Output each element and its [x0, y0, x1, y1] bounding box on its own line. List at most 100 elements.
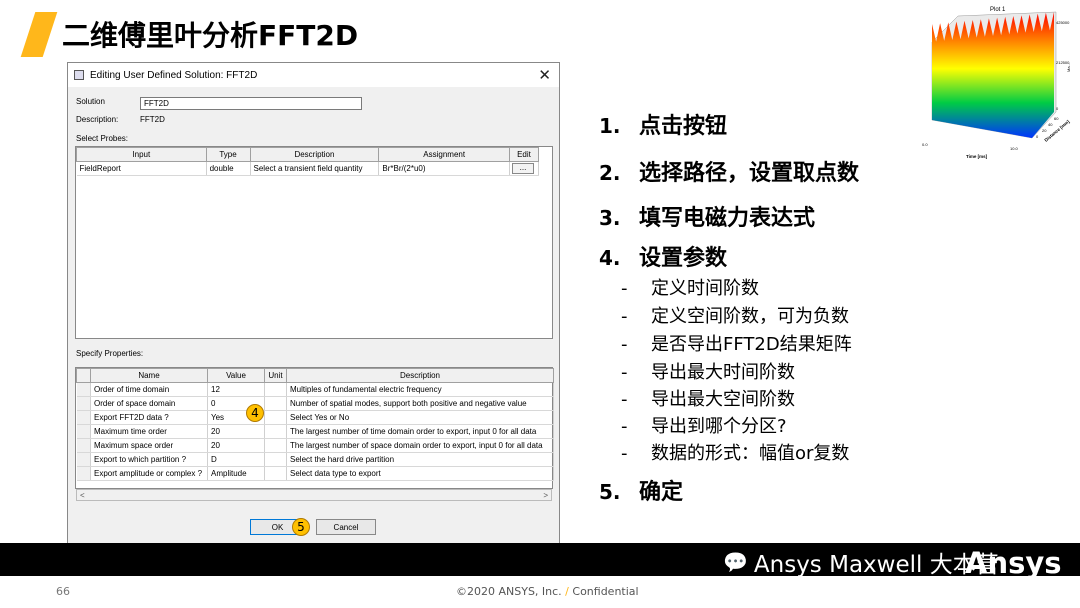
col-description[interactable]: Description — [249, 147, 380, 162]
edit-ellipsis-button[interactable]: ... — [511, 163, 534, 174]
substep: - 导出到哪个分区? — [621, 416, 787, 437]
prop-value[interactable]: D — [207, 452, 265, 467]
table-row[interactable]: Maximum space order 20 The largest numbe… — [76, 438, 554, 453]
col-assignment[interactable]: Assignment — [378, 147, 510, 162]
table-row[interactable]: Export FFT2D data ? Yes Select Yes or No — [76, 410, 554, 425]
title-accent-bar — [20, 12, 58, 57]
row-header — [76, 438, 91, 453]
table-row[interactable]: Export to which partition ? D Select the… — [76, 452, 554, 467]
prop-value[interactable]: 20 — [207, 438, 265, 453]
prop-unit — [264, 438, 287, 453]
prop-desc: Number of spatial modes, support both po… — [286, 396, 554, 411]
prop-name: Export to which partition ? — [90, 452, 208, 467]
substep: - 导出最大时间阶数 — [621, 362, 795, 383]
col-edit[interactable]: Edit — [508, 147, 540, 162]
prop-desc: The largest number of time domain order … — [286, 424, 554, 439]
step-1: 1. 点击按钮 — [599, 114, 728, 139]
callout-badge-5: 5 — [292, 518, 310, 536]
callout-badge-4: 4 — [246, 404, 264, 422]
close-icon[interactable]: ✕ — [538, 66, 551, 84]
dialog-title: Editing User Defined Solution: FFT2D — [90, 69, 258, 81]
step-5: 5. 确定 — [599, 480, 684, 505]
prop-desc: Select Yes or No — [286, 410, 554, 425]
prop-name: Order of time domain — [90, 382, 208, 397]
prop-unit — [264, 396, 287, 411]
table-row[interactable]: Order of time domain 12 Multiples of fun… — [76, 382, 554, 397]
horizontal-scrollbar[interactable]: < > — [76, 489, 552, 501]
row-header — [76, 424, 91, 439]
y-tick: 0 — [1036, 134, 1039, 139]
description-value: FFT2D — [140, 115, 165, 124]
y-tick: 60 — [1054, 116, 1059, 121]
prop-unit — [264, 452, 287, 467]
table-row[interactable]: FieldReport double Select a transient fi… — [76, 161, 540, 176]
wechat-icon: 💬 — [723, 550, 748, 574]
page-number: 66 — [56, 585, 70, 598]
probe-type: double — [206, 161, 251, 176]
prop-unit — [264, 424, 287, 439]
prop-name: Export amplitude or complex ? — [90, 466, 208, 481]
copyright: ©2020 ANSYS, Inc. / Confidential — [456, 585, 639, 598]
scroll-right-arrow-icon[interactable]: > — [543, 491, 548, 500]
col-name[interactable]: Name — [90, 368, 208, 383]
properties-grid: Name Value Unit Description Order of tim… — [75, 367, 554, 489]
step-2: 2. 选择路径，设置取点数 — [599, 161, 860, 186]
user-defined-solution-dialog: Editing User Defined Solution: FFT2D ✕ S… — [67, 62, 560, 544]
select-probes-label: Select Probes: — [76, 134, 129, 143]
col-unit[interactable]: Unit — [264, 368, 287, 383]
row-header — [76, 410, 91, 425]
row-header-corner — [76, 368, 91, 383]
probe-description: Select a transient field quantity — [250, 161, 380, 176]
cancel-button[interactable]: Cancel — [316, 519, 376, 535]
solution-label: Solution — [76, 97, 105, 106]
prop-unit — [264, 382, 287, 397]
prop-name: Order of space domain — [90, 396, 208, 411]
prop-desc: Select data type to export — [286, 466, 554, 481]
prop-unit — [264, 410, 287, 425]
prop-value[interactable]: 12 — [207, 382, 265, 397]
row-header — [76, 452, 91, 467]
step-4: 4. 设置参数 — [599, 246, 728, 271]
specify-properties-label: Specify Properties: — [76, 349, 144, 358]
prop-name: Maximum space order — [90, 438, 208, 453]
prop-name: Maximum time order — [90, 424, 208, 439]
col-value[interactable]: Value — [207, 368, 265, 383]
app-icon — [74, 70, 84, 80]
table-row[interactable]: Order of space domain 0 Number of spatia… — [76, 396, 554, 411]
scroll-left-arrow-icon[interactable]: < — [80, 491, 85, 500]
table-row[interactable]: Export amplitude or complex ? Amplitude … — [76, 466, 554, 481]
col-type[interactable]: Type — [205, 147, 251, 162]
substep: - 数据的形式：幅值or复数 — [621, 443, 850, 464]
table-row[interactable]: Maximum time order 20 The largest number… — [76, 424, 554, 439]
x-tick: 0.0 — [922, 142, 928, 147]
y-tick: 20 — [1042, 128, 1047, 133]
wechat-text: Ansys Maxwell 大本营 — [753, 552, 999, 578]
col-input[interactable]: Input — [76, 147, 207, 162]
substep: - 是否导出FFT2D结果矩阵 — [621, 334, 852, 355]
solution-input[interactable]: FFT2D — [140, 97, 362, 110]
prop-desc: Multiples of fundamental electric freque… — [286, 382, 554, 397]
z-axis-label: Ma... — [1066, 63, 1071, 72]
substep: - 导出最大空间阶数 — [621, 389, 795, 410]
wechat-watermark: 💬 Ansys Maxwell 大本营 — [723, 545, 999, 579]
y-tick: 40 — [1048, 122, 1053, 127]
probes-grid: Input Type Description Assignment Edit F… — [75, 146, 553, 339]
row-header — [76, 382, 91, 397]
z-tick: 425000 — [1056, 20, 1070, 25]
fft2d-3d-plot: Plot 1 425000 212500 0 Ma... 0.0 10.0 Ti… — [918, 2, 1080, 160]
step-3: 3. 填写电磁力表达式 — [599, 206, 816, 231]
description-label: Description: — [76, 115, 119, 124]
plot-svg: Plot 1 425000 212500 0 Ma... 0.0 10.0 Ti… — [922, 7, 1071, 159]
prop-value[interactable]: 20 — [207, 424, 265, 439]
col-prop-description[interactable]: Description — [286, 368, 554, 383]
prop-name: Export FFT2D data ? — [90, 410, 208, 425]
prop-desc: The largest number of space domain order… — [286, 438, 554, 453]
row-header — [76, 396, 91, 411]
dialog-titlebar[interactable]: Editing User Defined Solution: FFT2D ✕ — [68, 63, 559, 87]
substep: - 定义空间阶数，可为负数 — [621, 306, 849, 327]
prop-desc: Select the hard drive partition — [286, 452, 554, 467]
prop-value[interactable]: Amplitude — [207, 466, 265, 481]
probe-assignment[interactable]: Br*Br/(2*u0) — [378, 161, 510, 176]
substep: - 定义时间阶数 — [621, 278, 759, 299]
probe-input: FieldReport — [76, 161, 207, 176]
